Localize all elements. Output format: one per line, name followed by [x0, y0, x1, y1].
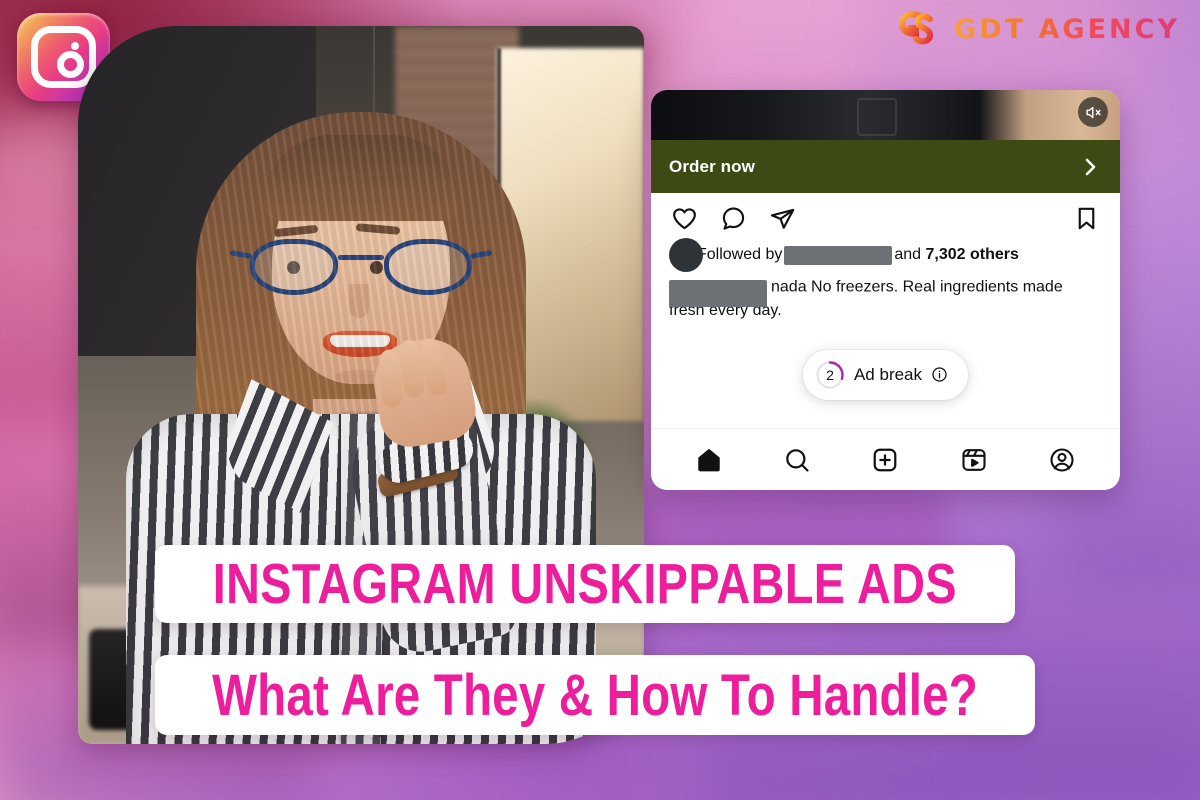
headline-subtitle-plaque: What Are They & How To Handle? — [155, 655, 1035, 735]
plus-square-icon[interactable] — [871, 446, 899, 474]
info-circle-icon[interactable] — [931, 366, 948, 383]
post-video-preview[interactable] — [651, 90, 1120, 140]
social-proof-row: Followed by and 7,302 others — [669, 238, 1102, 272]
brand-logo: GDT AGENCY — [896, 8, 1180, 50]
brand-name: GDT AGENCY — [954, 13, 1180, 45]
ad-break-area: 2 Ad break — [651, 321, 1120, 428]
ad-break-count: 2 — [826, 366, 834, 383]
search-icon[interactable] — [783, 446, 811, 474]
bookmark-icon[interactable] — [1073, 205, 1100, 232]
heart-icon[interactable] — [671, 205, 698, 232]
page-subtitle: What Are They & How To Handle? — [212, 662, 978, 728]
social-proof-middle: and — [894, 246, 922, 263]
redacted-username — [784, 245, 893, 265]
cta-label: Order now — [669, 156, 755, 176]
mute-toggle-button[interactable] — [1078, 97, 1108, 127]
post-meta: Followed by and 7,302 others nada No fre… — [651, 238, 1120, 321]
comment-bubble-icon[interactable] — [720, 205, 747, 232]
social-proof-count: 7,302 — [925, 246, 966, 263]
post-action-bar — [651, 193, 1120, 238]
ad-break-label: Ad break — [853, 364, 923, 384]
post-caption: nada No freezers. Real ingredients made … — [669, 274, 1102, 321]
reels-icon[interactable] — [960, 446, 988, 474]
ad-break-pill[interactable]: 2 Ad break — [802, 349, 969, 400]
gdt-monogram-icon — [899, 11, 934, 45]
photo-color-grade — [78, 26, 644, 744]
hero-photo — [78, 26, 644, 744]
chevron-right-icon — [1078, 155, 1102, 179]
instagram-bottom-nav — [651, 428, 1120, 490]
social-proof-prefix: Followed by — [697, 246, 783, 263]
video-detail — [857, 98, 898, 136]
instagram-post-card[interactable]: Order now Followed by and 7,302 others n… — [651, 90, 1120, 490]
home-icon[interactable] — [695, 446, 723, 474]
social-proof-suffix: others — [970, 246, 1019, 263]
page-title: INSTAGRAM UNSKIPPABLE ADS — [212, 552, 958, 616]
avatar — [669, 238, 703, 272]
profile-circle-icon[interactable] — [1048, 446, 1076, 474]
redacted-handle — [669, 280, 767, 307]
paper-plane-icon[interactable] — [769, 205, 796, 232]
order-now-cta[interactable]: Order now — [651, 140, 1120, 193]
ad-break-progress-ring: 2 — [815, 360, 845, 390]
headline-title-plaque: INSTAGRAM UNSKIPPABLE ADS — [155, 545, 1015, 623]
speaker-muted-icon — [1085, 106, 1101, 118]
